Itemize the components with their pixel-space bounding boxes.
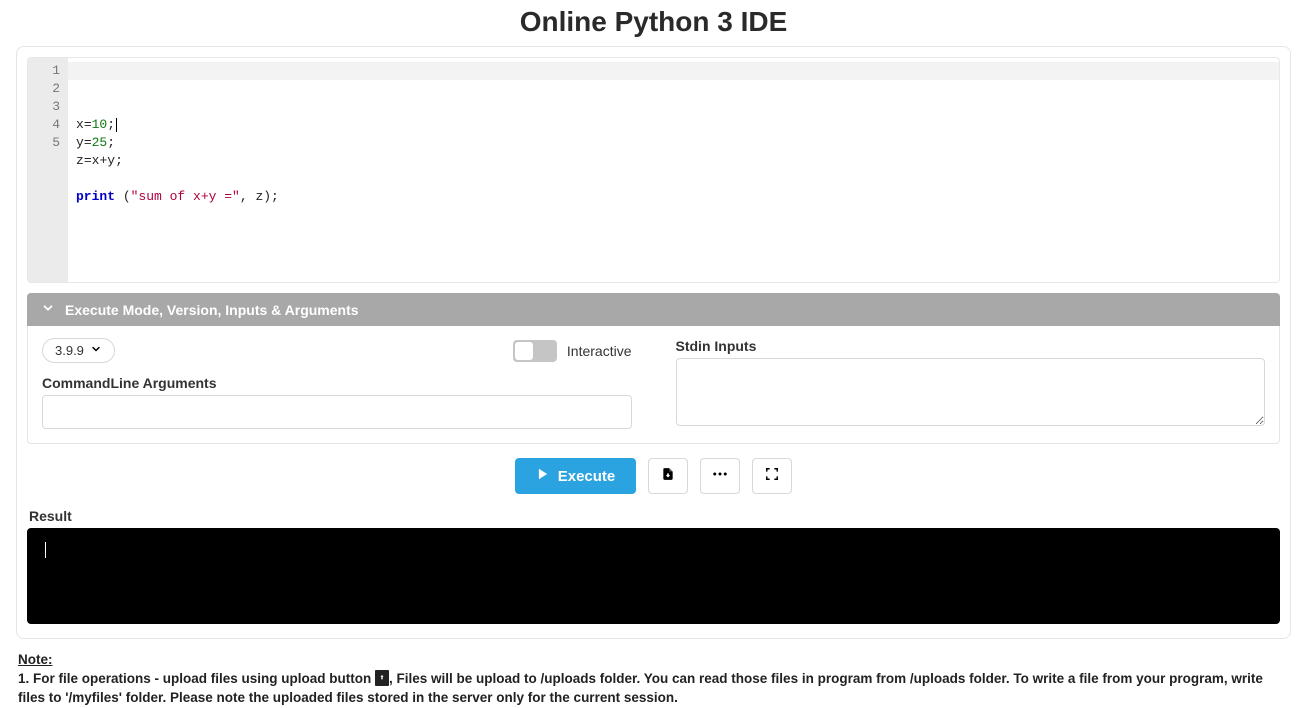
options-header[interactable]: Execute Mode, Version, Inputs & Argument… — [27, 293, 1280, 326]
chevron-down-icon — [90, 343, 102, 358]
options-body: 3.9.9 Interactive CommandLine Arguments … — [27, 326, 1280, 444]
stdin-inputs-label: Stdin Inputs — [676, 338, 1266, 354]
interactive-toggle[interactable] — [513, 340, 557, 362]
line-number: 2 — [32, 80, 60, 98]
line-number: 5 — [32, 134, 60, 152]
code-line: z=x+y; — [76, 152, 1271, 170]
editor-cursor — [116, 118, 117, 132]
stdin-inputs-textarea[interactable] — [676, 358, 1266, 426]
notes-heading: Note: — [18, 651, 1289, 670]
notes-item-1a: 1. For file operations - upload files us… — [18, 671, 375, 686]
version-select-value: 3.9.9 — [55, 343, 84, 358]
options-header-label: Execute Mode, Version, Inputs & Argument… — [65, 302, 359, 318]
cmdline-args-input[interactable] — [42, 395, 632, 429]
play-icon — [536, 467, 550, 485]
code-line — [76, 170, 1271, 188]
code-editor[interactable]: 12345 x=10;y=25;z=x+y; print ("sum of x+… — [27, 57, 1280, 283]
execute-button[interactable]: Execute — [515, 458, 637, 494]
actions-row: Execute — [27, 444, 1280, 508]
code-line: print ("sum of x+y =", z); — [76, 188, 1271, 206]
upload-file-button[interactable] — [648, 458, 688, 494]
interactive-label: Interactive — [567, 343, 632, 359]
line-number: 3 — [32, 98, 60, 116]
line-number: 1 — [32, 62, 60, 80]
editor-gutter: 12345 — [28, 58, 68, 282]
ide-container: 12345 x=10;y=25;z=x+y; print ("sum of x+… — [16, 46, 1291, 639]
dots-horizontal-icon — [711, 465, 729, 487]
result-output[interactable] — [27, 528, 1280, 624]
file-upload-icon — [375, 670, 389, 686]
current-line-highlight — [68, 62, 1279, 80]
execute-button-label: Execute — [558, 468, 616, 485]
notes-item-1: 1. For file operations - upload files us… — [18, 670, 1289, 708]
toggle-knob — [515, 342, 533, 360]
fullscreen-button[interactable] — [752, 458, 792, 494]
cmdline-args-label: CommandLine Arguments — [42, 375, 632, 391]
result-cursor — [45, 542, 46, 558]
page-title: Online Python 3 IDE — [0, 0, 1307, 46]
result-label: Result — [29, 508, 1280, 524]
fullscreen-icon — [765, 467, 779, 485]
editor-code-area[interactable]: x=10;y=25;z=x+y; print ("sum of x+y =", … — [68, 58, 1279, 282]
line-number: 4 — [32, 116, 60, 134]
version-select[interactable]: 3.9.9 — [42, 338, 115, 363]
code-line: y=25; — [76, 134, 1271, 152]
notes-section: Note: 1. For file operations - upload fi… — [18, 651, 1289, 708]
code-line: x=10; — [76, 116, 1271, 134]
chevron-down-icon — [41, 301, 55, 318]
file-upload-icon — [661, 466, 675, 486]
result-section: Result — [27, 508, 1280, 624]
more-options-button[interactable] — [700, 458, 740, 494]
